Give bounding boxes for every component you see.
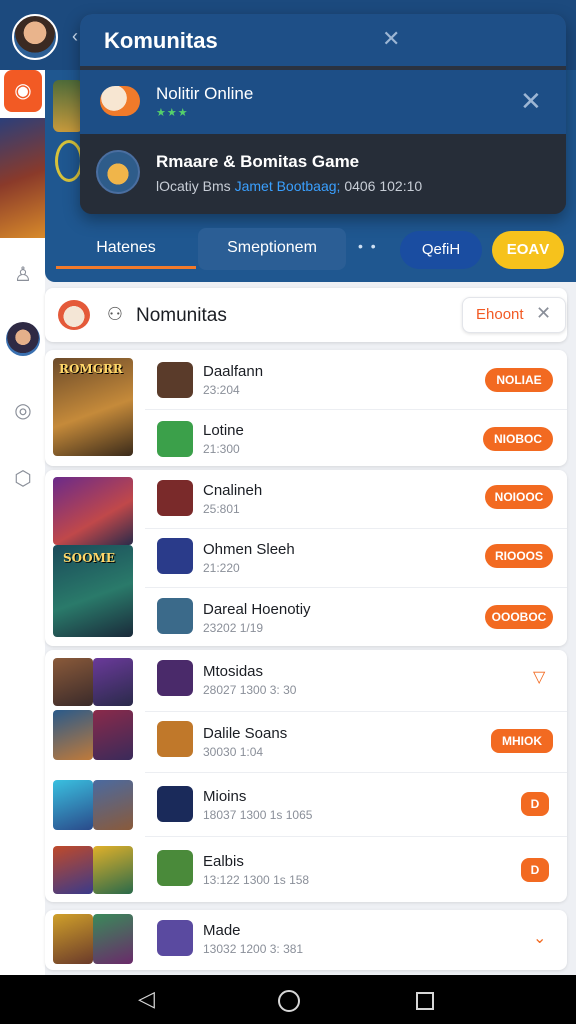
game-title: Rmaare & Bomitas Game	[156, 152, 360, 171]
game-icon	[96, 150, 140, 194]
person-icon[interactable]: ♙	[10, 262, 36, 288]
person-icon: ⚇	[106, 304, 124, 324]
game-sub-link[interactable]: Jamet Bootbaag;	[235, 178, 341, 194]
game-icon	[157, 480, 193, 516]
nav-home-icon[interactable]	[278, 990, 300, 1012]
game-subtitle: lOcatiy Bms Jamet Bootbaag; 0406 102:10	[156, 178, 422, 194]
game-icon	[157, 850, 193, 886]
community-logo	[58, 300, 90, 330]
hero-ring	[55, 140, 83, 182]
user-avatar[interactable]	[12, 14, 58, 60]
yellow-pill-button[interactable]: ЕOАV	[492, 231, 564, 269]
back-icon[interactable]: ‹	[72, 26, 78, 47]
game-icon	[157, 538, 193, 574]
row-meta: 23202 1/19	[203, 621, 264, 635]
row-name: Daalfann	[203, 363, 264, 380]
notification-title: Nolitir Online	[156, 84, 254, 103]
rail-art	[0, 118, 45, 238]
dismiss-close-icon[interactable]: ✕	[520, 86, 542, 117]
row-meta: 13:122 1300 1s 158	[203, 873, 310, 887]
hero-thumb	[53, 80, 83, 132]
list-item[interactable]: Made 13032 1200 3: 381 ⌄	[45, 910, 567, 970]
row-badge[interactable]: D	[521, 858, 549, 882]
row-meta: 18037 1300 1s 1065	[203, 808, 313, 822]
tab-smeptionem[interactable]: Smeptionem	[198, 228, 346, 270]
dropdown-title: Komunitas	[104, 28, 218, 53]
list-item[interactable]: Ealbis 13:122 1300 1s 158 D	[45, 836, 567, 896]
row-meta: 28027 1300 3: 30	[203, 683, 297, 697]
game-sub-suffix: 0406 102:10	[344, 178, 423, 194]
shield-icon[interactable]: ⬡	[10, 466, 36, 492]
game-icon	[157, 721, 193, 757]
notification-icon	[100, 86, 140, 116]
game-row[interactable]: Rmaare & Bomitas Game lOcatiy Bms Jamet …	[80, 134, 566, 214]
notification-row[interactable]: Nolitir Online ★★★ ✕	[80, 70, 566, 134]
row-name: Ohmen Sleeh	[203, 541, 295, 558]
game-icon	[157, 920, 193, 956]
row-name: Dareal Hoenotiy	[203, 601, 311, 618]
list-item[interactable]: Dareal Hoenotiy 23202 1/19 OOOBOC	[45, 587, 567, 647]
rail-avatar[interactable]	[6, 322, 40, 356]
tab-more-dots[interactable]: • •	[358, 238, 378, 254]
row-name: Made	[203, 922, 241, 939]
list-item[interactable]: Ohmen Sleeh 21:220 RIOOOS	[45, 528, 567, 588]
close-icon[interactable]: ✕	[382, 26, 400, 52]
list-item[interactable]: Mioins 18037 1300 1s 1065 D	[45, 772, 567, 832]
game-sub-prefix: lOcatiy Bms	[156, 178, 231, 194]
row-meta: 21:220	[203, 561, 240, 575]
list-item[interactable]: Dalile Soans 30030 1:04 MHIOK	[45, 711, 567, 771]
community-title: Nomunitas	[136, 305, 227, 326]
camera-icon[interactable]: ◎	[10, 398, 36, 424]
blue-pill-button[interactable]: QefiH	[400, 231, 482, 269]
row-meta: 25:801	[203, 502, 240, 516]
row-name: Mioins	[203, 788, 247, 805]
row-name: Dalile Soans	[203, 725, 288, 742]
game-icon	[157, 362, 193, 398]
row-meta: 21:300	[203, 442, 240, 456]
notification-stars: ★★★	[156, 107, 189, 119]
community-dropdown: Komunitas ✕ Nolitir Online ★★★ ✕ Rmaare …	[80, 14, 566, 214]
nav-back-icon[interactable]: ◁	[138, 986, 155, 1012]
game-icon	[157, 598, 193, 634]
dropdown-header: Komunitas ✕	[80, 14, 566, 66]
row-badge[interactable]: NIOBOC	[483, 427, 553, 451]
row-meta: 13032 1200 3: 381	[203, 942, 304, 956]
active-tab-indicator	[56, 266, 196, 269]
row-badge[interactable]: OOOBOC	[485, 605, 553, 629]
tab-hatenes[interactable]: Hatenes	[56, 228, 196, 270]
list-item[interactable]: Mtosidas 28027 1300 3: 30 ▽	[45, 650, 567, 710]
game-icon	[157, 421, 193, 457]
row-name: Mtosidas	[203, 663, 264, 680]
close-icon[interactable]: ✕	[536, 303, 551, 324]
chevron-down-icon[interactable]: ⌄	[533, 928, 546, 948]
nav-recent-icon[interactable]	[416, 992, 434, 1010]
community-filter-label: Ehoont	[476, 306, 524, 323]
row-name: Ealbis	[203, 853, 244, 870]
row-meta: 23:204	[203, 383, 240, 397]
list-item[interactable]: Cnalineh 25:801 NOIOOC	[45, 470, 567, 530]
game-icon	[157, 660, 193, 696]
list-item[interactable]: Lotine 21:300 NIOBOC	[45, 409, 567, 469]
row-badge[interactable]: RIOOOS	[485, 544, 553, 568]
row-badge[interactable]: NOLIAE	[485, 368, 553, 392]
list-item[interactable]: Daalfann 23:204 NOLIAE	[45, 350, 567, 410]
game-icon	[157, 786, 193, 822]
row-badge[interactable]: D	[521, 792, 549, 816]
home-icon[interactable]: ◉	[4, 70, 42, 112]
row-meta: 30030 1:04	[203, 745, 264, 759]
row-badge[interactable]: NOIOOC	[485, 485, 553, 509]
chevron-down-icon[interactable]: ▽	[533, 667, 545, 687]
row-name: Cnalineh	[203, 482, 263, 499]
row-name: Lotine	[203, 422, 244, 439]
row-badge[interactable]: MHIOK	[491, 729, 553, 753]
